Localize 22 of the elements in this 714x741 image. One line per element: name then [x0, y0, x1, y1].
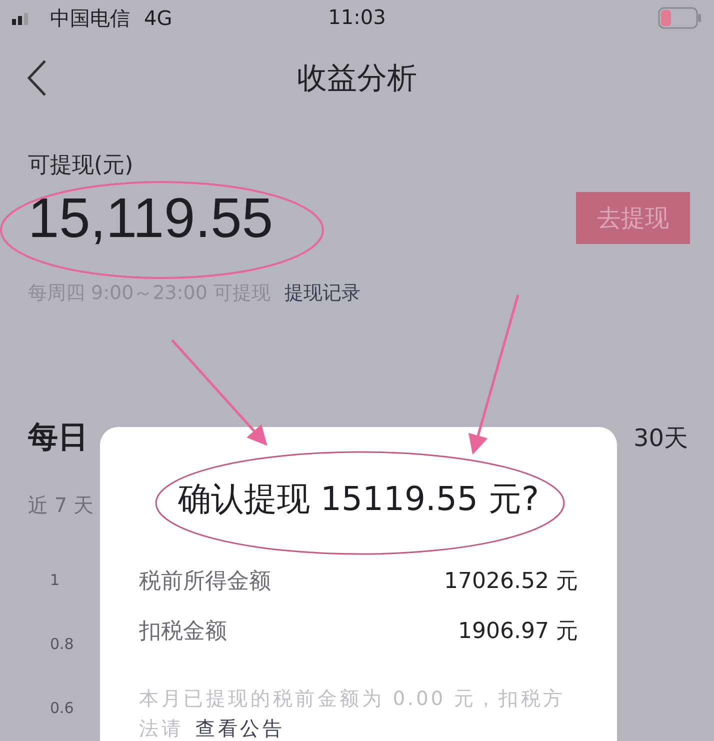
amount-label: 税前所得金额	[139, 568, 271, 596]
period-label: 近 7 天	[28, 493, 94, 517]
battery-icon	[658, 7, 702, 29]
withdraw-records-link[interactable]: 提现记录	[284, 280, 361, 306]
notice-text: 本月已提现的税前金额为 0.00 元，扣税方法请 查看公告	[139, 686, 566, 741]
amount-value: 1906.97 元	[458, 618, 578, 646]
amount-value: 17026.52 元	[444, 568, 578, 596]
network-type: 4G	[144, 6, 172, 30]
dialog-title: 确认提现 15119.55 元?	[178, 479, 539, 518]
announcement-link[interactable]: 查看公告	[196, 717, 285, 740]
balance-label: 可提现(元)	[28, 153, 134, 178]
carrier-name: 中国电信	[50, 4, 130, 32]
clock-time: 11:03	[328, 5, 386, 29]
page-title: 收益分析	[297, 60, 417, 96]
back-icon[interactable]	[26, 59, 48, 97]
range-tab[interactable]: 30天	[633, 422, 688, 454]
amount-label: 扣税金额	[139, 618, 227, 646]
axis-label: 0.8	[50, 635, 74, 653]
balance-amount: 15,119.55	[28, 193, 273, 243]
section-title: 每日	[28, 419, 88, 457]
axis-label: 1	[50, 571, 60, 589]
axis-label: 0.6	[50, 699, 74, 717]
